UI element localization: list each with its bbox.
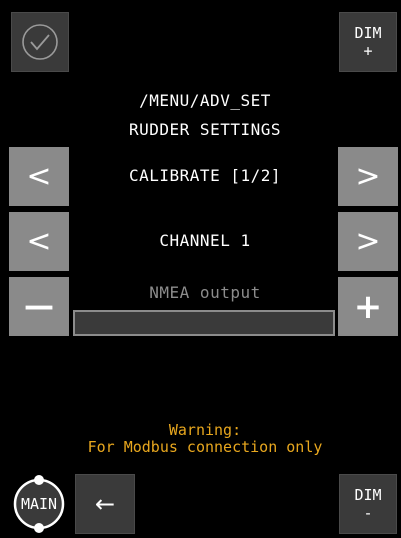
calibrate-label: CALIBRATE [1/2] xyxy=(129,166,281,185)
check-circle-icon xyxy=(22,24,58,60)
chevron-right-icon: > xyxy=(355,224,381,259)
dim-minus-button[interactable]: DIM - xyxy=(339,474,397,534)
nmea-increase-button[interactable]: + xyxy=(338,277,398,336)
chevron-right-icon: > xyxy=(355,159,381,194)
nmea-output-bar xyxy=(73,310,335,336)
warning-title: Warning: xyxy=(168,421,242,439)
nmea-decrease-button[interactable]: — xyxy=(9,277,69,336)
main-label: MAIN xyxy=(20,495,58,513)
main-button[interactable]: MAIN xyxy=(9,474,69,534)
channel-label: CHANNEL 1 xyxy=(159,231,251,250)
minus-icon: — xyxy=(24,289,54,324)
dim-plus-button[interactable]: DIM + xyxy=(339,12,397,72)
dim-plus-text: DIM xyxy=(354,24,382,42)
back-button[interactable]: ← xyxy=(75,474,135,534)
dim-minus-sign: - xyxy=(363,504,373,522)
confirm-button[interactable] xyxy=(11,12,69,72)
dim-minus-label: DIM - xyxy=(354,486,381,522)
arrow-left-icon: ← xyxy=(94,490,116,518)
dim-plus-label: DIM + xyxy=(354,24,381,60)
warning-message: For Modbus connection only xyxy=(87,438,323,456)
plus-icon: + xyxy=(353,286,383,327)
menu-path: /MENU/ADV_SET xyxy=(139,91,271,110)
rudder-settings-screen: DIM + /MENU/ADV_SET RUDDER SETTINGS < CA… xyxy=(0,0,401,538)
dim-minus-text: DIM xyxy=(354,486,382,504)
calibrate-next-button[interactable]: > xyxy=(338,147,398,206)
calibrate-prev-button[interactable]: < xyxy=(9,147,69,206)
chevron-left-icon: < xyxy=(26,224,52,259)
dim-plus-sign: + xyxy=(363,42,373,60)
chevron-left-icon: < xyxy=(26,159,52,194)
nmea-output-label: NMEA output xyxy=(149,283,261,302)
channel-next-button[interactable]: > xyxy=(338,212,398,271)
page-title: RUDDER SETTINGS xyxy=(129,120,281,139)
channel-prev-button[interactable]: < xyxy=(9,212,69,271)
